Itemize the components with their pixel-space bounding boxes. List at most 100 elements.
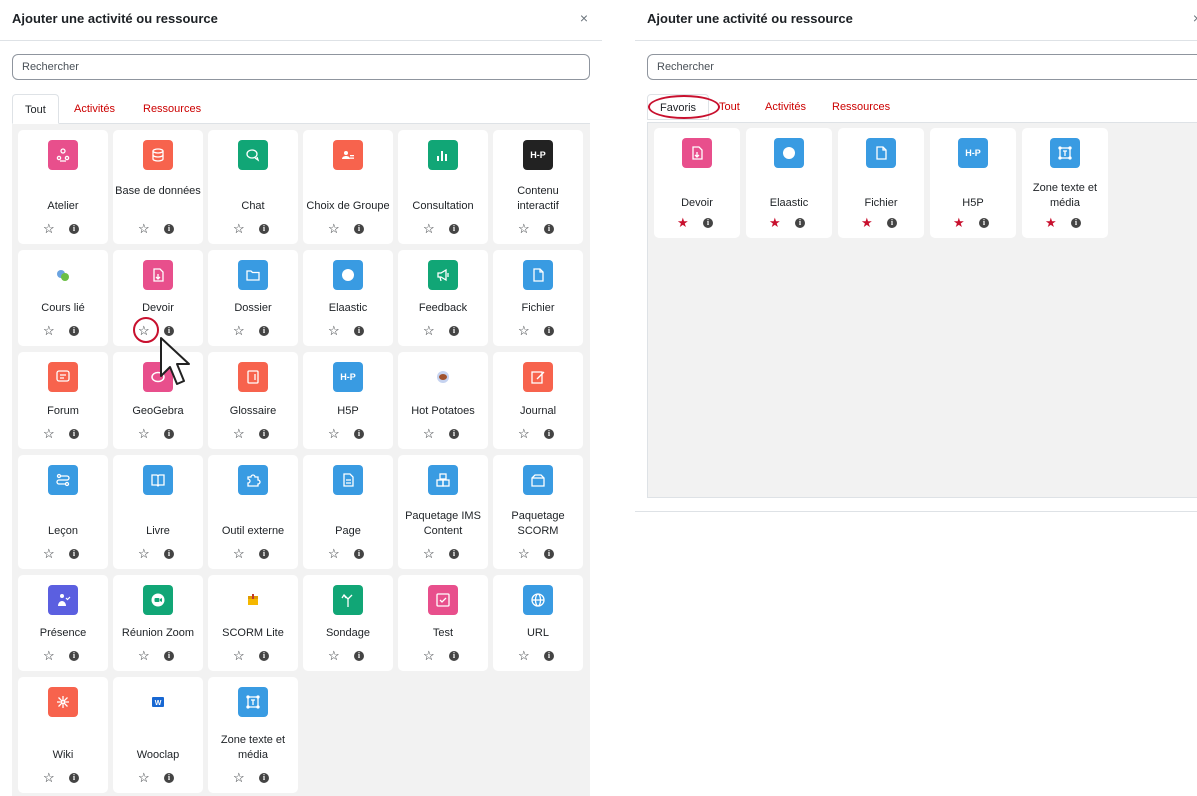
star-icon[interactable]: ☆ (43, 222, 55, 235)
info-icon[interactable]: i (164, 224, 174, 234)
star-icon[interactable]: ☆ (423, 649, 435, 662)
info-icon[interactable]: i (69, 429, 79, 439)
activity-card[interactable]: Zone texte et média ☆ i (208, 677, 298, 793)
info-icon[interactable]: i (259, 429, 269, 439)
star-icon[interactable]: ☆ (138, 427, 150, 440)
star-icon[interactable]: ☆ (423, 427, 435, 440)
activity-card[interactable]: Fichier ☆ i (493, 250, 583, 346)
star-icon[interactable]: ☆ (233, 222, 245, 235)
info-icon[interactable]: i (164, 326, 174, 336)
activity-card[interactable]: Zone texte et média ★ i (1022, 128, 1108, 238)
info-icon[interactable]: i (164, 773, 174, 783)
activity-card[interactable]: Chat ☆ i (208, 130, 298, 244)
activity-card[interactable]: Devoir ★ i (654, 128, 740, 238)
star-filled-icon[interactable]: ★ (1045, 216, 1057, 229)
activity-card[interactable]: Consultation ☆ i (398, 130, 488, 244)
info-icon[interactable]: i (259, 549, 269, 559)
star-icon[interactable]: ☆ (328, 547, 340, 560)
activity-card[interactable]: H-P H5P ☆ i (303, 352, 393, 449)
activity-card[interactable]: Paquetage SCORM ☆ i (493, 455, 583, 569)
star-icon[interactable]: ☆ (423, 222, 435, 235)
tab-activites[interactable]: Activités (765, 94, 806, 120)
info-icon[interactable]: i (1071, 218, 1081, 228)
star-icon[interactable]: ☆ (518, 547, 530, 560)
activity-card[interactable]: Wiki ☆ i (18, 677, 108, 793)
activity-card[interactable]: Réunion Zoom ☆ i (113, 575, 203, 671)
star-icon[interactable]: ☆ (423, 547, 435, 560)
activity-card[interactable]: Cours lié ☆ i (18, 250, 108, 346)
info-icon[interactable]: i (259, 224, 269, 234)
activity-card[interactable]: Glossaire ☆ i (208, 352, 298, 449)
info-icon[interactable]: i (887, 218, 897, 228)
star-icon[interactable]: ☆ (138, 649, 150, 662)
activity-card[interactable]: H-P H5P ★ i (930, 128, 1016, 238)
close-icon[interactable]: × (1193, 10, 1197, 26)
info-icon[interactable]: i (354, 224, 364, 234)
star-icon[interactable]: ☆ (43, 324, 55, 337)
info-icon[interactable]: i (354, 326, 364, 336)
star-filled-icon[interactable]: ★ (677, 216, 689, 229)
activity-card[interactable]: Leçon ☆ i (18, 455, 108, 569)
activity-card[interactable]: Outil externe ☆ i (208, 455, 298, 569)
info-icon[interactable]: i (449, 429, 459, 439)
star-icon[interactable]: ☆ (328, 222, 340, 235)
activity-card[interactable]: Choix de Groupe ☆ i (303, 130, 393, 244)
activity-card[interactable]: Paquetage IMS Content ☆ i (398, 455, 488, 569)
star-icon[interactable]: ☆ (43, 771, 55, 784)
star-icon[interactable]: ☆ (233, 649, 245, 662)
activity-card[interactable]: H-P Contenu interactif ☆ i (493, 130, 583, 244)
info-icon[interactable]: i (979, 218, 989, 228)
tab-tout[interactable]: Tout (12, 94, 59, 124)
info-icon[interactable]: i (354, 549, 364, 559)
info-icon[interactable]: i (449, 651, 459, 661)
activity-card[interactable]: Base de données ☆ i (113, 130, 203, 244)
info-icon[interactable]: i (544, 651, 554, 661)
activity-card[interactable]: SCORM Lite ☆ i (208, 575, 298, 671)
star-icon[interactable]: ☆ (328, 324, 340, 337)
search-input[interactable]: Rechercher (12, 54, 590, 80)
activity-card[interactable]: Forum ☆ i (18, 352, 108, 449)
star-icon[interactable]: ☆ (43, 547, 55, 560)
info-icon[interactable]: i (69, 773, 79, 783)
activity-card[interactable]: Hot Potatoes ☆ i (398, 352, 488, 449)
info-icon[interactable]: i (69, 326, 79, 336)
tab-activites[interactable]: Activités (74, 94, 115, 124)
star-icon[interactable]: ☆ (328, 649, 340, 662)
tab-tout[interactable]: Tout (719, 94, 740, 120)
star-icon[interactable]: ☆ (233, 547, 245, 560)
star-icon[interactable]: ☆ (233, 427, 245, 440)
info-icon[interactable]: i (259, 326, 269, 336)
info-icon[interactable]: i (449, 326, 459, 336)
star-icon[interactable]: ☆ (43, 427, 55, 440)
activity-card[interactable]: Fichier ★ i (838, 128, 924, 238)
activity-card[interactable]: Elaastic ☆ i (303, 250, 393, 346)
close-icon[interactable]: × (580, 10, 588, 26)
info-icon[interactable]: i (354, 651, 364, 661)
info-icon[interactable]: i (69, 224, 79, 234)
star-icon[interactable]: ☆ (518, 324, 530, 337)
info-icon[interactable]: i (544, 429, 554, 439)
star-icon[interactable]: ☆ (518, 222, 530, 235)
activity-card[interactable]: Elaastic ★ i (746, 128, 832, 238)
info-icon[interactable]: i (544, 224, 554, 234)
activity-card[interactable]: Présence ☆ i (18, 575, 108, 671)
info-icon[interactable]: i (544, 549, 554, 559)
info-icon[interactable]: i (69, 549, 79, 559)
info-icon[interactable]: i (354, 429, 364, 439)
star-icon[interactable]: ☆ (138, 771, 150, 784)
info-icon[interactable]: i (703, 218, 713, 228)
star-filled-icon[interactable]: ★ (769, 216, 781, 229)
activity-card[interactable]: Journal ☆ i (493, 352, 583, 449)
info-icon[interactable]: i (164, 549, 174, 559)
star-icon[interactable]: ☆ (518, 427, 530, 440)
tab-ressources[interactable]: Ressources (832, 94, 890, 120)
search-input[interactable]: Rechercher (647, 54, 1197, 80)
info-icon[interactable]: i (164, 651, 174, 661)
info-icon[interactable]: i (259, 651, 269, 661)
star-icon[interactable]: ☆ (233, 324, 245, 337)
activity-card[interactable]: Test ☆ i (398, 575, 488, 671)
star-icon[interactable]: ☆ (43, 649, 55, 662)
info-icon[interactable]: i (449, 224, 459, 234)
activity-card[interactable]: W Wooclap ☆ i (113, 677, 203, 793)
activity-card[interactable]: Dossier ☆ i (208, 250, 298, 346)
